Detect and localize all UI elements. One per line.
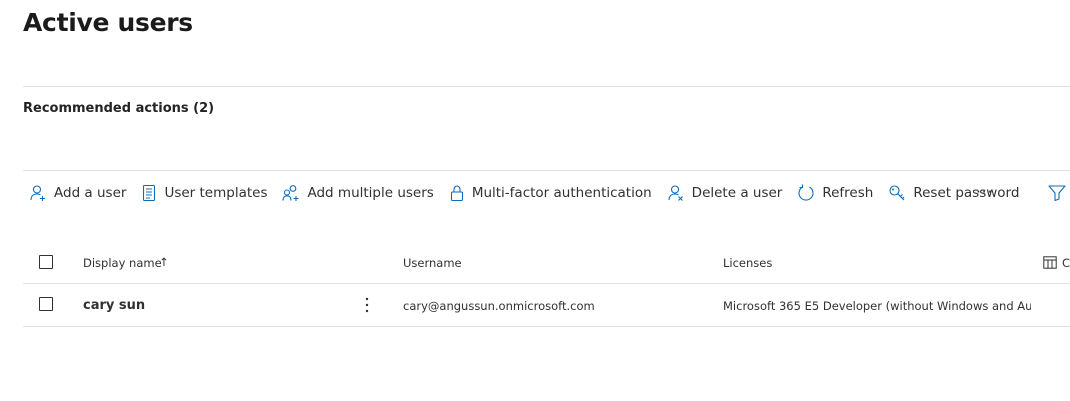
select-all-checkbox[interactable] — [39, 255, 53, 269]
refresh-label: Refresh — [822, 185, 874, 201]
command-bar: Add a user User templates Add multiple u… — [29, 181, 1034, 205]
refresh-icon — [798, 184, 814, 201]
divider — [23, 86, 1070, 87]
more-options-icon[interactable] — [360, 296, 374, 314]
delete-user-button[interactable]: Delete a user — [667, 181, 783, 205]
mfa-button[interactable]: Multi-factor authentication — [449, 181, 652, 205]
user-templates-label: User templates — [164, 185, 268, 201]
mfa-label: Multi-factor authentication — [471, 185, 652, 201]
lock-icon — [450, 185, 463, 202]
recommended-actions-heading[interactable]: Recommended actions (2) — [23, 101, 214, 116]
more-actions-button[interactable]: ··· — [976, 181, 998, 205]
add-user-button[interactable]: Add a user — [29, 181, 126, 205]
add-multiple-users-label: Add multiple users — [307, 185, 434, 201]
delete-person-icon — [668, 185, 683, 201]
user-licenses: Microsoft 365 E5 Developer (without Wind… — [723, 299, 1031, 313]
header-divider — [23, 283, 1070, 284]
reset-password-button[interactable]: Reset password — [888, 181, 1019, 205]
add-person-icon — [30, 185, 45, 201]
choose-columns-label[interactable]: C — [1062, 256, 1070, 270]
column-header-username[interactable]: Username — [403, 256, 462, 270]
template-icon — [143, 184, 156, 202]
add-multiple-users-button[interactable]: Add multiple users — [282, 181, 434, 205]
refresh-button[interactable]: Refresh — [797, 181, 873, 205]
page-title: Active users — [23, 8, 193, 37]
row-divider — [23, 326, 1070, 327]
user-templates-button[interactable]: User templates — [141, 181, 267, 205]
column-header-licenses[interactable]: Licenses — [723, 256, 772, 270]
reset-password-label: Reset password — [913, 185, 1020, 201]
divider — [23, 170, 1070, 171]
key-icon — [889, 185, 905, 201]
user-display-name[interactable]: cary sun — [83, 298, 145, 313]
user-username: cary@angussun.onmicrosoft.com — [403, 299, 595, 313]
add-user-label: Add a user — [54, 185, 127, 201]
row-checkbox[interactable] — [39, 297, 53, 311]
choose-columns-icon[interactable] — [1043, 256, 1057, 269]
sort-ascending-icon[interactable]: ↑ — [159, 255, 169, 269]
add-people-icon — [282, 185, 299, 201]
delete-user-label: Delete a user — [691, 185, 783, 201]
filter-icon[interactable] — [1048, 185, 1066, 201]
column-header-display-name[interactable]: Display name — [83, 256, 162, 270]
